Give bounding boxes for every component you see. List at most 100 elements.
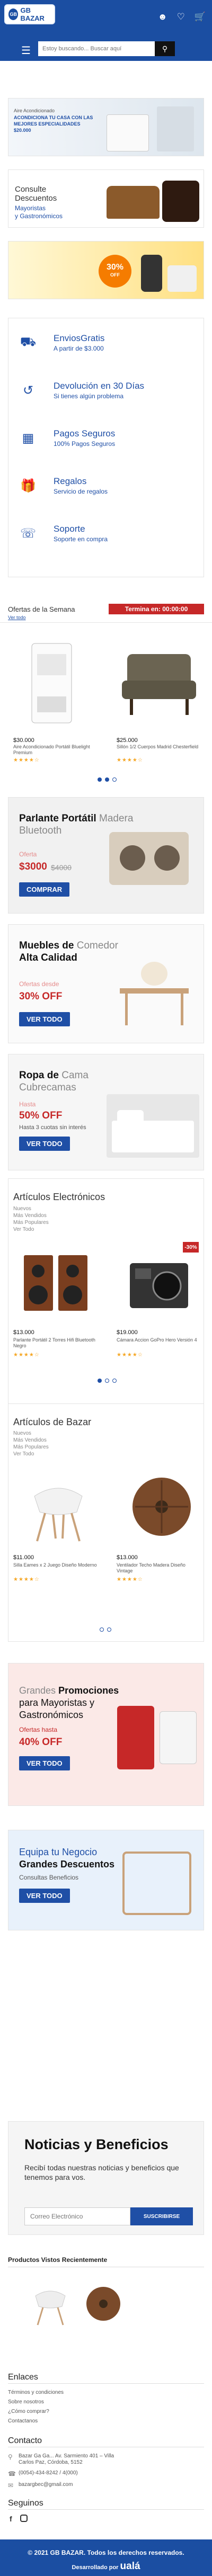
category-link[interactable]: Más Populares — [13, 1444, 49, 1451]
product-price: $13.000 — [13, 1329, 34, 1336]
product-name[interactable]: Parlante Portátil 2 Torres Hifi Bluetoot… — [13, 1337, 103, 1349]
newsletter-title: Noticias y Beneficios — [24, 2136, 169, 2152]
footer-link[interactable]: ¿Cómo comprar? — [8, 2409, 49, 2414]
menu-icon[interactable]: ☰ — [21, 44, 31, 57]
footer-email[interactable]: bazargbec@gmail.com — [19, 2482, 73, 2488]
product-name[interactable]: Ventilador Techo Madera Diseño Vintage — [117, 1562, 201, 1574]
feature-title: Soporte — [54, 524, 85, 534]
ver-todo-button[interactable]: VER TODO — [19, 1756, 70, 1770]
promo-title: Equipa tu Negocio Grandes Descuentos — [19, 1847, 115, 1870]
ver-todo-button[interactable]: VER TODO — [19, 1012, 70, 1026]
instagram-icon[interactable] — [20, 2515, 28, 2522]
promo-sub: Consultas Beneficios — [19, 1874, 79, 1881]
footer-address: Bazar Ga Ga... Av. Sarmiento 401 – Villa… — [19, 2453, 114, 2465]
appliance-image — [141, 255, 162, 292]
banner-descuentos-title: Consulte Descuentos — [15, 185, 57, 203]
product-name[interactable]: Cámara Accion GoPro Hero Versión 4 — [117, 1337, 201, 1343]
subscribe-button[interactable]: SUSCRIBIRSE — [130, 2207, 193, 2225]
category-link[interactable]: Nuevos — [13, 1430, 49, 1437]
banner-aire[interactable]: Aire Acondicionado ACONDICIONA TU CASA C… — [8, 98, 204, 156]
banner-aire-title: ACONDICIONA TU CASA CON LAS MEJORES ESPE… — [14, 115, 93, 133]
carousel-dots[interactable] — [100, 1627, 111, 1632]
heart-icon[interactable]: ♡ — [177, 12, 185, 22]
category-link[interactable]: Ver Todo — [13, 1226, 49, 1233]
banner-off[interactable]: 30% OFF — [8, 241, 204, 299]
aire-image — [107, 114, 149, 151]
search-button[interactable]: ⚲ — [155, 41, 175, 56]
card-icon: ▦ — [22, 431, 34, 445]
carousel-dot[interactable] — [98, 1379, 102, 1383]
category-link[interactable]: Más Vendidos — [13, 1212, 49, 1219]
promo-ropa-cama[interactable]: Ropa de Cama Cubrecamas Hasta 50% OFF Has… — [8, 1054, 204, 1170]
comprar-button[interactable]: COMPRAR — [19, 882, 70, 897]
product-image[interactable] — [13, 633, 93, 728]
bottom-bar: © 2021 GB BAZAR. Todos los derechos rese… — [0, 2539, 212, 2576]
banner-descuentos[interactable]: Consulte Descuentos Mayoristas y Gastronóm… — [8, 169, 204, 228]
promo-muebles[interactable]: Muebles de Comedor Alta Calidad Ofertas d… — [8, 924, 204, 1043]
ofertas-title: Ofertas de la Semana — [8, 605, 75, 613]
ver-todo-button[interactable]: VER TODO — [19, 1137, 70, 1151]
promo-mayoristas[interactable]: Grandes Promociones para Mayoristas y Gast… — [8, 1663, 204, 1806]
carousel-dot[interactable] — [112, 777, 117, 782]
recent-product-image[interactable] — [82, 2280, 125, 2328]
product-name[interactable]: Aire Acondicionado Portátil Bluelight Pr… — [13, 744, 98, 756]
category-link[interactable]: Más Vendidos — [13, 1437, 49, 1444]
bed-image — [107, 1094, 199, 1158]
product-rating: ★★★★☆ — [117, 1577, 143, 1582]
carousel-dot[interactable] — [98, 777, 102, 782]
footer-link[interactable]: Términos y condiciones — [8, 2390, 64, 2395]
product-name[interactable]: Silla Eames x 2 Juego Diseño Moderno — [13, 1562, 98, 1568]
product-rating: ★★★★☆ — [13, 1352, 40, 1358]
product-image[interactable] — [19, 1247, 93, 1316]
carousel-dot[interactable] — [100, 1627, 104, 1632]
product-price: $25.000 — [117, 737, 138, 744]
product-image[interactable] — [117, 633, 201, 728]
logo[interactable]: GB GB BAZAR — [4, 4, 55, 24]
ofertas-ver-todo[interactable]: Ver todo — [8, 615, 26, 620]
mail-icon: ✉ — [8, 2482, 14, 2489]
promo-negocio[interactable]: Equipa tu Negocio Grandes Descuentos Cons… — [8, 1830, 204, 1930]
category-link[interactable]: Ver Todo — [13, 1451, 49, 1457]
product-image[interactable] — [21, 1470, 95, 1544]
footer-link[interactable]: Sobre nosotros — [8, 2399, 44, 2405]
bag-image — [107, 186, 160, 219]
promo-discount: 40% OFF — [19, 1737, 63, 1748]
category-links: Nuevos Más Vendidos Más Populares Ver To… — [13, 1205, 49, 1233]
divider — [8, 2509, 204, 2510]
heater-image-2 — [160, 1711, 197, 1764]
top-header: GB GB BAZAR ☻ ♡ 🛒 ☰ ⚲ — [0, 0, 212, 61]
promo-label: Ofertas desde — [19, 980, 59, 988]
product-price: $19.000 — [117, 1329, 138, 1336]
footer-link[interactable]: Contactanos — [8, 2418, 38, 2424]
promo-label: Ofertas hasta — [19, 1726, 58, 1733]
chair-image — [122, 1851, 191, 1915]
promo-parlante[interactable]: Parlante Portátil Madera Bluetooth Oferta… — [8, 797, 204, 914]
carousel-dots[interactable] — [98, 1379, 117, 1383]
cart-icon[interactable]: 🛒 — [195, 12, 206, 22]
category-link[interactable]: Más Populares — [13, 1219, 49, 1226]
carousel-dot[interactable] — [112, 1379, 117, 1383]
carousel-dot[interactable] — [107, 1627, 111, 1632]
product-image[interactable] — [122, 1245, 201, 1319]
promo-old-price: $4000 — [51, 863, 72, 872]
divider — [8, 2383, 204, 2384]
carousel-dot[interactable] — [105, 1379, 109, 1383]
carousel-dots[interactable] — [98, 777, 117, 782]
feature-title: Regalos — [54, 476, 87, 486]
developer: Desarrollado por ualá — [72, 2561, 140, 2572]
facebook-icon[interactable]: f — [10, 2515, 12, 2523]
user-icon[interactable]: ☻ — [158, 12, 167, 22]
banner-aire-small: Aire Acondicionado — [14, 108, 55, 113]
carousel-dot[interactable] — [105, 777, 109, 782]
product-rating: ★★★★☆ — [13, 1577, 40, 1582]
divider — [0, 622, 212, 623]
category-link[interactable]: Nuevos — [13, 1205, 49, 1212]
product-name[interactable]: Sillón 1/2 Cuerpos Madrid Chesterfield — [117, 744, 201, 750]
recent-product-image[interactable] — [29, 2280, 72, 2328]
category-title: Artículos de Bazar — [13, 1417, 92, 1427]
search-input[interactable] — [38, 41, 155, 56]
product-image[interactable] — [125, 1470, 199, 1544]
email-field[interactable] — [24, 2207, 130, 2225]
ver-todo-button[interactable]: VER TODO — [19, 1889, 70, 1903]
appliance-image-2 — [167, 265, 197, 292]
